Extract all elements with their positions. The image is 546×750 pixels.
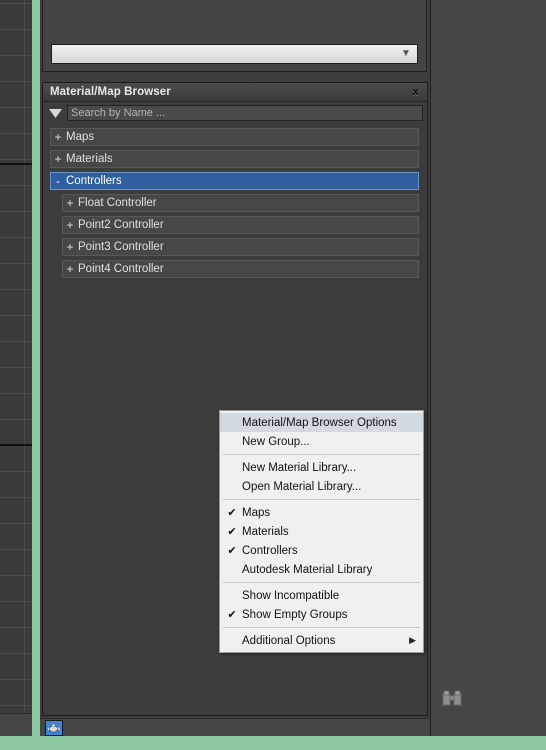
tree-item[interactable]: + Point3 Controller bbox=[62, 238, 419, 256]
tree-item[interactable]: + Materials bbox=[50, 150, 419, 168]
menu-item-label: Material/Map Browser Options bbox=[242, 416, 397, 429]
tree-item[interactable]: + Float Controller bbox=[62, 194, 419, 212]
expand-icon[interactable]: + bbox=[63, 262, 77, 276]
menu-item[interactable]: Material/Map Browser Options bbox=[220, 413, 423, 432]
binoculars-icon[interactable] bbox=[441, 690, 463, 708]
viewport-active-border bbox=[32, 0, 40, 736]
material-map-browser-titlebar[interactable]: Material/Map Browser x bbox=[43, 83, 427, 102]
menu-item[interactable]: New Material Library... bbox=[220, 458, 423, 477]
tree-item-label: Point3 Controller bbox=[78, 241, 164, 253]
check-icon: ✔ bbox=[227, 526, 237, 538]
menu-item[interactable]: ✔ Show Empty Groups bbox=[220, 605, 423, 624]
tree-item[interactable]: + Maps bbox=[50, 128, 419, 146]
filter-triangle-icon[interactable] bbox=[48, 106, 63, 120]
menu-separator bbox=[223, 582, 420, 583]
menu-item[interactable]: Additional Options ▶ bbox=[220, 631, 423, 650]
tree-item-label: Point2 Controller bbox=[78, 219, 164, 231]
submenu-arrow-icon: ▶ bbox=[409, 635, 416, 645]
material-combobox[interactable]: ▼ bbox=[51, 44, 418, 64]
check-icon: ✔ bbox=[227, 609, 237, 621]
menu-item-label: Open Material Library... bbox=[242, 480, 362, 493]
tree-item-label: Controllers bbox=[66, 175, 122, 187]
menu-item-label: Materials bbox=[242, 525, 289, 538]
viewport[interactable] bbox=[0, 0, 40, 750]
grid-line-vertical bbox=[24, 0, 25, 750]
expand-icon[interactable]: + bbox=[63, 218, 77, 232]
close-icon[interactable]: x bbox=[408, 84, 423, 99]
menu-item[interactable]: Autodesk Material Library bbox=[220, 560, 423, 579]
tree-item-label: Point4 Controller bbox=[78, 263, 164, 275]
expand-icon[interactable]: + bbox=[63, 196, 77, 210]
tree-item[interactable]: + Point2 Controller bbox=[62, 216, 419, 234]
expand-icon[interactable]: + bbox=[63, 240, 77, 254]
context-menu[interactable]: Material/Map Browser Options New Group...… bbox=[219, 410, 424, 653]
menu-separator bbox=[223, 627, 420, 628]
menu-item[interactable]: Show Incompatible bbox=[220, 586, 423, 605]
menu-item[interactable]: ✔ Maps bbox=[220, 503, 423, 522]
menu-item-label: Maps bbox=[242, 506, 271, 519]
menu-item[interactable]: ✔ Controllers bbox=[220, 541, 423, 560]
check-icon: ✔ bbox=[227, 545, 237, 557]
status-bar-left bbox=[0, 713, 32, 736]
expand-icon[interactable]: + bbox=[51, 152, 65, 166]
sample-toolbar bbox=[40, 718, 430, 737]
menu-separator bbox=[223, 499, 420, 500]
menu-item-label: Show Incompatible bbox=[242, 589, 340, 602]
page-title: Material/Map Browser bbox=[50, 86, 171, 98]
tree-item[interactable]: + Point4 Controller bbox=[62, 260, 419, 278]
menu-separator bbox=[223, 454, 420, 455]
menu-item-label: Additional Options bbox=[242, 634, 336, 647]
chevron-down-icon: ▼ bbox=[401, 48, 411, 59]
material-rollout: ▼ bbox=[42, 0, 427, 72]
tree-item-label: Maps bbox=[66, 131, 95, 143]
menu-item[interactable]: New Group... bbox=[220, 432, 423, 451]
search-row bbox=[43, 102, 427, 124]
menu-item-label: New Group... bbox=[242, 435, 310, 448]
status-bar-accent bbox=[0, 736, 546, 750]
search-input[interactable] bbox=[67, 105, 423, 121]
menu-item-label: Controllers bbox=[242, 544, 298, 557]
menu-item-label: New Material Library... bbox=[242, 461, 357, 474]
teapot-icon[interactable] bbox=[45, 720, 63, 736]
menu-item-label: Autodesk Material Library bbox=[242, 563, 373, 576]
tree-item-label: Materials bbox=[66, 153, 113, 165]
check-icon: ✔ bbox=[227, 507, 237, 519]
command-panel-background bbox=[430, 0, 546, 736]
expand-icon[interactable]: + bbox=[51, 130, 65, 144]
collapse-icon[interactable]: - bbox=[51, 174, 65, 188]
tree-item[interactable]: - Controllers bbox=[50, 172, 419, 190]
menu-item-label: Show Empty Groups bbox=[242, 608, 348, 621]
menu-item[interactable]: ✔ Materials bbox=[220, 522, 423, 541]
menu-item[interactable]: Open Material Library... bbox=[220, 477, 423, 496]
tree-item-label: Float Controller bbox=[78, 197, 157, 209]
